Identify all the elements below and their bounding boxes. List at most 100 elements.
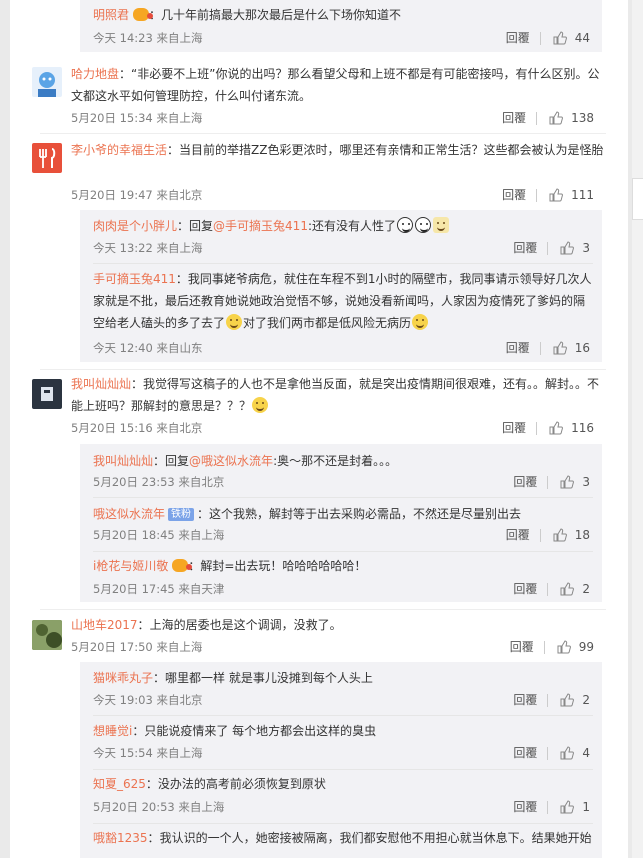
comment-username[interactable]: 哈力地盘 <box>71 67 119 81</box>
thumbs-up-icon[interactable] <box>549 421 564 435</box>
comment-text: 上海的居委也是这个调调，没救了。 <box>149 618 342 632</box>
comment-timestamp: 5月20日 15:34 来自上海 <box>71 111 203 125</box>
reply-text: 我认识的一个人，她密接被隔离，我们都安慰他不用担心就当休息下。结果她开始 <box>159 831 592 845</box>
reply-text: :奥～那不还是封着。。。 <box>273 454 398 468</box>
reply-text-cont: 对了我们两市都是低风险无病历 <box>243 316 412 330</box>
reply-item: 肉肉是个小胖儿：回复@手可摘玉兔411:还有没有人性了 今天 13:22 来自上… <box>93 217 590 256</box>
avatar[interactable] <box>32 143 62 173</box>
reply-button[interactable]: 回覆 <box>502 110 526 126</box>
comment-divider <box>40 369 606 370</box>
reply-button[interactable]: 回覆 <box>513 581 537 597</box>
thumbs-up-icon[interactable] <box>557 640 571 654</box>
reply-item: 哦这似水流年 铁粉 ：这个我熟，解封等于出去采购必需品，不然还是尽量别出去 5月20… <box>93 507 590 543</box>
reply-timestamp: 今天 13:22 来自上海 <box>93 241 203 255</box>
comment-divider <box>40 133 606 134</box>
reply-text: 哪里都一样 就是事儿没摊到每个人头上 <box>165 671 373 685</box>
reply-username[interactable]: 哦豁1235 <box>93 831 148 845</box>
comment-timestamp: 5月20日 15:16 来自北京 <box>71 421 203 435</box>
reply-username[interactable]: 知夏_625 <box>93 777 146 791</box>
like-count: 16 <box>574 341 590 355</box>
thumbs-up-icon[interactable] <box>560 800 575 814</box>
like-count: 2 <box>582 693 590 707</box>
reply-timestamp: 5月20日 20:53 来自上海 <box>93 800 225 814</box>
like-count: 2 <box>582 582 590 596</box>
reply-timestamp: 5月20日 17:45 来自天津 <box>93 582 225 596</box>
like-count: 138 <box>571 111 594 125</box>
reply-item: 哦豁1235：我认识的一个人，她密接被隔离，我们都安慰他不用担心就当休息下。结果… <box>93 831 592 845</box>
thumbs-up-icon[interactable] <box>553 341 567 355</box>
reply-username[interactable]: 肉肉是个小胖儿 <box>93 219 177 233</box>
like-count: 18 <box>574 528 590 542</box>
thumbs-up-icon[interactable] <box>560 693 575 707</box>
comment-text: 当目前的举措ZZ色彩更浓时，哪里还有亲情和正常生活？这些都会被认为是怪胎 <box>179 143 604 157</box>
thumbs-up-icon[interactable] <box>549 111 564 125</box>
like-count: 99 <box>578 640 594 654</box>
side-panel-edge <box>632 0 643 858</box>
reply-button[interactable]: 回覆 <box>510 639 534 655</box>
reply-item: 手可摘玉兔411：我同事姥爷病危，就住在车程不到1小时的隔壁市，我同事请示领导好… <box>93 272 592 356</box>
laugh-emoji-icon <box>412 314 429 330</box>
reply-username[interactable]: 手可摘玉兔411 <box>93 272 176 286</box>
comment-text: 我觉得写这稿子的人也不是拿他当反面，就是突出疫情期间很艰难，还有。。解封。。不能… <box>71 377 600 413</box>
user-avatar-icon <box>41 387 53 401</box>
avatar[interactable] <box>32 379 62 409</box>
reply-button[interactable]: 回覆 <box>502 187 526 203</box>
comment-timestamp: 5月20日 19:47 来自北京 <box>71 188 203 202</box>
user-avatar-icon <box>32 620 62 650</box>
reply-list: 明照君 ：几十年前搞最大那次最后是什么下场你知道不 今天 14:23 来自上海 回… <box>80 0 602 52</box>
reply-button[interactable]: 回覆 <box>513 799 537 815</box>
avatar[interactable] <box>32 620 62 650</box>
reply-item: 我叫灿灿灿：回复@哦这似水流年:奥～那不还是封着。。。 5月20日 23:53 … <box>93 454 590 490</box>
reply-username[interactable]: i枪花与姬川敬 <box>93 559 168 573</box>
like-count: 3 <box>582 241 590 255</box>
comment-username[interactable]: 李小爷的幸福生活 <box>71 143 167 157</box>
thumbs-up-icon[interactable] <box>553 31 567 45</box>
thumbs-up-icon[interactable] <box>553 528 567 542</box>
comment-item: 山地车2017：上海的居委也是这个调调，没救了。 5月20日 17:50 来自上… <box>10 613 628 661</box>
reply-timestamp: 今天 19:03 来自北京 <box>93 693 203 707</box>
reply-timestamp: 5月20日 18:45 来自上海 <box>93 528 225 542</box>
comment-username[interactable]: 山地车2017 <box>71 618 138 632</box>
like-count: 111 <box>571 188 594 202</box>
reply-username[interactable]: 想睡觉i <box>93 724 132 738</box>
reply-text: 几十年前搞最大那次最后是什么下场你知道不 <box>161 8 402 22</box>
avatar[interactable] <box>32 67 62 97</box>
reply-button[interactable]: 回覆 <box>513 240 537 256</box>
reply-item: 想睡觉i：只能说疫情来了 每个地方都会出这样的臭虫 今天 15:54 来自上海 … <box>93 724 590 761</box>
reply-timestamp: 5月20日 23:53 来自北京 <box>93 475 225 489</box>
reply-button[interactable]: 回覆 <box>506 30 530 46</box>
reply-list: 肉肉是个小胖儿：回复@手可摘玉兔411:还有没有人性了 今天 13:22 来自上… <box>80 210 602 362</box>
reply-text: 解封=出去玩！哈哈哈哈哈哈！ <box>200 559 367 573</box>
panda-emoji-icon <box>397 217 413 233</box>
comment-timestamp: 5月20日 17:50 来自上海 <box>71 640 203 654</box>
reply-button[interactable]: 回覆 <box>513 692 537 708</box>
reply-username[interactable]: 哦这似水流年 <box>93 507 165 521</box>
thumbs-up-icon[interactable] <box>560 241 575 255</box>
thumbs-up-icon[interactable] <box>560 582 575 596</box>
mention-link[interactable]: @哦这似水流年 <box>189 454 273 468</box>
reply-username[interactable]: 明照君 <box>93 8 129 22</box>
reply-button[interactable]: 回覆 <box>513 474 537 490</box>
comment-divider <box>40 609 606 610</box>
reply-timestamp: 今天 12:40 来自山东 <box>93 341 203 355</box>
reply-button[interactable]: 回覆 <box>513 745 537 761</box>
reply-button[interactable]: 回覆 <box>506 340 530 356</box>
reply-list: 猫咪乖丸子：哪里都一样 就是事儿没摊到每个人头上 今天 19:03 来自北京 回… <box>80 662 602 858</box>
reply-timestamp: 今天 15:54 来自上海 <box>93 746 203 760</box>
comment-item: 我叫灿灿灿：我觉得写这稿子的人也不是拿他当反面，就是突出疫情期间很艰难，还有。。… <box>10 372 628 444</box>
reply-divider <box>93 263 593 264</box>
reply-item: i枪花与姬川敬 ：解封=出去玩！哈哈哈哈哈哈！ 5月20日 17:45 来自天津 … <box>93 559 590 597</box>
mention-link[interactable]: @手可摘玉兔411 <box>213 219 308 233</box>
reply-button[interactable]: 回覆 <box>502 420 526 436</box>
thumbs-up-icon[interactable] <box>560 746 575 760</box>
reply-username[interactable]: 猫咪乖丸子 <box>93 671 153 685</box>
reply-button[interactable]: 回覆 <box>506 527 530 543</box>
reply-username[interactable]: 我叫灿灿灿 <box>93 454 153 468</box>
comment-list: 明照君 ：几十年前搞最大那次最后是什么下场你知道不 今天 14:23 来自上海 回… <box>10 0 628 858</box>
comment-username[interactable]: 我叫灿灿灿 <box>71 377 131 391</box>
comment-text: “非必要不上班”你说的出吗？那么看望父母和上班不都是有可能密接吗，有什么区别。公… <box>71 67 600 103</box>
panda-emoji-icon <box>415 217 431 233</box>
user-avatar-icon <box>38 72 56 97</box>
thumbs-up-icon[interactable] <box>560 475 575 489</box>
thumbs-up-icon[interactable] <box>549 188 564 202</box>
